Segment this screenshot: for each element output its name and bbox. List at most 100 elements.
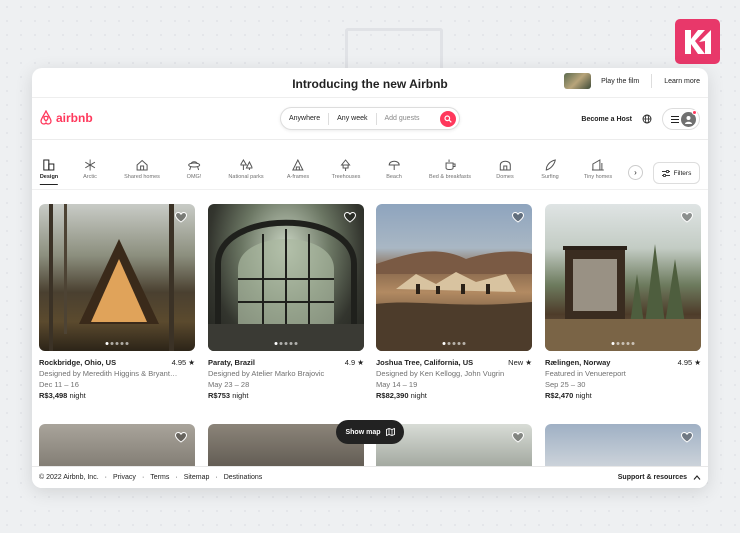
price-unit: night (69, 391, 86, 400)
listing-host: Featured in Venuereport (545, 369, 626, 378)
filter-icon (661, 169, 670, 177)
filters-button[interactable]: Filters (653, 162, 700, 184)
footer: © 2022 Airbnb, Inc. · Privacy · Terms · … (32, 466, 708, 488)
tiny-home-icon (591, 159, 604, 171)
heart-icon[interactable] (512, 212, 524, 223)
umbrella-icon (388, 160, 400, 170)
listing-card[interactable]: Joshua Tree, California, US New ★ Design… (376, 204, 532, 401)
listing-dates: Dec 11 – 16 (39, 380, 79, 389)
category-bed-breakfasts[interactable]: Bed & breakfasts (429, 157, 471, 180)
become-host-link[interactable]: Become a Host (581, 116, 632, 123)
heart-icon[interactable] (681, 432, 693, 443)
heart-icon[interactable] (344, 212, 356, 223)
photo-pager (442, 342, 466, 345)
listing-location: Paraty, Brazil (208, 358, 255, 367)
photo-pager (105, 342, 129, 345)
chevron-up-icon (693, 475, 701, 480)
separator: · (141, 474, 145, 481)
separator: · (215, 474, 218, 481)
heart-icon[interactable] (681, 212, 693, 223)
search-any-week[interactable]: Any week (329, 115, 375, 122)
listing-price: R$3,498 night (39, 390, 195, 401)
listing-host: Designed by Ken Kellogg, John Vugrin (376, 369, 505, 378)
film-thumbnail[interactable] (564, 73, 592, 89)
map-icon (385, 428, 395, 436)
category-tiny-homes[interactable]: Tiny homes (584, 157, 612, 180)
separator: · (175, 474, 178, 481)
show-map-button[interactable]: Show map (336, 420, 404, 444)
tiny-cabin-image (545, 244, 701, 351)
listing-rating: 4.95 ★ (172, 357, 195, 368)
listing-photo[interactable] (39, 204, 195, 351)
search-bar[interactable]: Anywhere Any week Add guests (280, 107, 460, 130)
listing-info: Rockbridge, Ohio, US 4.95 ★ Designed by … (39, 357, 195, 401)
category-design[interactable]: Design (39, 157, 59, 185)
listing-photo[interactable] (545, 204, 701, 351)
support-label: Support & resources (617, 474, 687, 481)
listing-dates: Sep 25 – 30 (545, 380, 586, 389)
category-label: Tiny homes (583, 174, 613, 180)
price-unit: night (232, 391, 249, 400)
search-add-guests[interactable]: Add guests (377, 115, 428, 122)
globe-icon[interactable] (642, 114, 652, 124)
category-surfing[interactable]: Surfing (541, 157, 559, 180)
search-anywhere[interactable]: Anywhere (281, 115, 328, 122)
category-beach[interactable]: Beach (386, 157, 402, 180)
category-label: Bed & breakfasts (429, 174, 471, 180)
categories-next-button[interactable]: › (628, 165, 643, 180)
price-value: R$3,498 (39, 391, 68, 400)
heart-icon[interactable] (512, 432, 524, 443)
footer-link-sitemap[interactable]: Sitemap (184, 474, 210, 481)
category-arctic[interactable]: Arctic (83, 157, 97, 180)
category-shared-homes[interactable]: Shared homes (124, 157, 160, 180)
listing-card[interactable]: Paraty, Brazil 4.9 ★ Designed by Atelier… (208, 204, 364, 401)
menu-icon (671, 115, 679, 123)
listing-card[interactable]: Rælingen, Norway 4.95 ★ Featured in Venu… (545, 204, 701, 401)
category-label: National parks (228, 174, 264, 180)
listing-host: Designed by Atelier Marko Brajovic (208, 369, 325, 378)
category-national-parks[interactable]: National parks (228, 157, 264, 180)
promo-bar: Introducing the new Airbnb Play the film… (32, 68, 708, 98)
user-menu-button[interactable] (662, 108, 700, 130)
glass-dome-interior-image (208, 219, 364, 351)
category-a-frames[interactable]: A-frames (287, 157, 309, 180)
search-button[interactable] (440, 111, 456, 127)
category-treehouses[interactable]: Treehouses (332, 157, 360, 180)
footer-link-privacy[interactable]: Privacy (113, 474, 136, 481)
star-icon: ★ (188, 358, 195, 367)
footer-link-destinations[interactable]: Destinations (224, 474, 263, 481)
chevron-right-icon: › (634, 168, 637, 177)
play-film-link[interactable]: Play the film (601, 78, 639, 85)
search-icon (444, 115, 452, 123)
promo-actions: Play the film Learn more (564, 73, 700, 89)
airbnb-logo[interactable]: airbnb (39, 110, 93, 125)
divider (651, 74, 653, 88)
desert-house-image (376, 251, 532, 351)
listing-rating: 4.95 ★ (678, 357, 701, 368)
footer-links: © 2022 Airbnb, Inc. · Privacy · Terms · … (39, 474, 262, 481)
category-omg[interactable]: OMG! (187, 157, 201, 180)
listing-price: R$2,470 night (545, 390, 701, 401)
listing-photo[interactable] (376, 204, 532, 351)
support-resources-button[interactable]: Support & resources (618, 474, 701, 481)
star-icon: ★ (357, 358, 364, 367)
category-domes[interactable]: Domes (496, 157, 514, 180)
footer-link-terms[interactable]: Terms (150, 474, 169, 481)
surf-icon (545, 159, 556, 171)
heart-icon[interactable] (175, 212, 187, 223)
brand-name: airbnb (56, 110, 93, 125)
publisher-logo (675, 19, 720, 64)
learn-more-link[interactable]: Learn more (664, 78, 700, 85)
rating-value: 4.9 (344, 358, 356, 367)
category-label: Shared homes (124, 174, 160, 180)
tree-icon (340, 159, 352, 171)
heart-icon[interactable] (175, 432, 187, 443)
listing-card[interactable]: Rockbridge, Ohio, US 4.95 ★ Designed by … (39, 204, 195, 401)
design-icon (43, 159, 55, 171)
ufo-icon (187, 161, 200, 171)
airbnb-belo-icon (40, 110, 52, 125)
category-label: Beach (386, 174, 402, 180)
listing-photo[interactable] (208, 204, 364, 351)
price-unit: night (575, 391, 592, 400)
category-label: Surfing (541, 174, 559, 180)
